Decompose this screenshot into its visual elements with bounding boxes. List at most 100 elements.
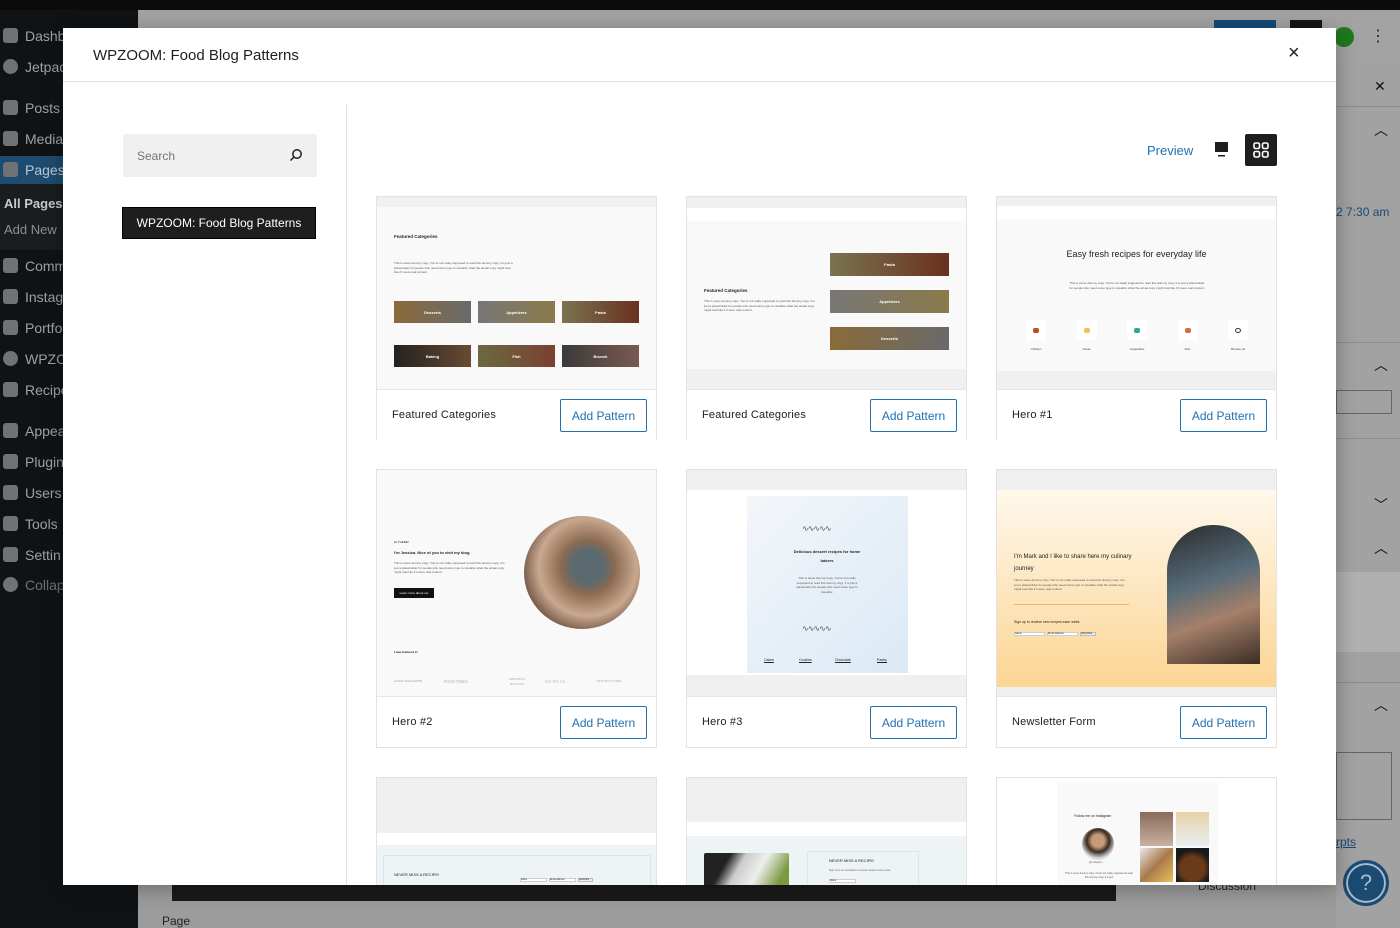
preview-heading: Follow me on Instagram	[1074, 814, 1112, 818]
menu-label: Posts	[25, 100, 61, 116]
pattern-preview[interactable]: Featured Categories This is some dummy c…	[377, 197, 656, 389]
instagram-icon	[3, 289, 18, 304]
chevron-down-icon[interactable]: ﹀	[1374, 495, 1388, 515]
recipe-icon	[3, 382, 18, 397]
menu-label: Jetpac	[25, 59, 67, 75]
pattern-footer: Featured Categories Add Pattern	[377, 389, 656, 440]
category-tile: Appetizers	[478, 301, 555, 323]
divider	[346, 105, 347, 885]
preview-body: This is some dummy copy. You're not real…	[1014, 578, 1125, 591]
pattern-card[interactable]: I'm Mark and I like to share here my cul…	[996, 469, 1277, 748]
pattern-card[interactable]: NEVER MISS A RECIPE! Name Email address …	[376, 777, 657, 885]
pattern-card[interactable]: Featured Categories This is some dummy c…	[686, 196, 967, 440]
logo-text: MORNING BOSTON	[508, 677, 526, 687]
modal-header: WPZOOM: Food Blog Patterns ×	[63, 28, 1336, 82]
submenu-all-pages[interactable]: All Pages	[4, 196, 63, 211]
divider	[1336, 438, 1400, 439]
jetpack-icon[interactable]	[1334, 27, 1354, 47]
excerpt-textarea[interactable]	[1336, 752, 1392, 820]
grid-view-button[interactable]	[1245, 134, 1277, 166]
menu-label: WPZO	[25, 351, 67, 367]
category-food-blog-patterns[interactable]: WPZOOM: Food Blog Patterns	[122, 207, 316, 239]
search-icon[interactable]	[289, 148, 303, 162]
divider	[1336, 682, 1400, 683]
close-icon[interactable]: ✕	[1374, 78, 1386, 95]
help-button[interactable]: ?	[1343, 860, 1389, 906]
category-icon-box	[1127, 320, 1147, 340]
pattern-card[interactable]: HI THERE! I'm Jessica. Nice of you to vi…	[376, 469, 657, 748]
add-pattern-button[interactable]: Add Pattern	[560, 399, 647, 432]
add-pattern-button[interactable]: Add Pattern	[870, 399, 957, 432]
pattern-preview[interactable]: I'm Mark and I like to share here my cul…	[997, 470, 1276, 696]
media-icon	[3, 131, 18, 146]
menu-label: Tools	[25, 516, 58, 532]
pattern-name: Hero #2	[392, 716, 433, 728]
excerpt-link[interactable]: rpts	[1336, 835, 1356, 849]
pattern-preview[interactable]: Easy fresh recipes for everyday life Thi…	[997, 197, 1276, 389]
preview-link[interactable]: Preview	[1147, 143, 1193, 158]
chef-photo	[524, 516, 640, 629]
category-icon-label: Pasta	[1082, 347, 1091, 351]
instagram-photo	[1176, 848, 1209, 882]
category-icon	[1083, 327, 1090, 333]
options-icon[interactable]: ⋮	[1370, 26, 1386, 46]
chevron-up-icon[interactable]: ︿	[1374, 695, 1388, 715]
help-icon: ?	[1359, 870, 1373, 895]
logo-text: DAILY MAGAZINE	[394, 679, 422, 683]
search-input[interactable]	[123, 134, 273, 177]
category-icon-box	[1026, 320, 1046, 340]
publish-time[interactable]: 2 7:30 am	[1336, 205, 1389, 219]
category-icon-label: Browse all	[1231, 347, 1245, 351]
preview-body: This is some dummy copy. You're not real…	[394, 261, 513, 274]
preview-body: This is some dummy copy. You're not real…	[704, 299, 815, 312]
pin-icon	[3, 100, 18, 115]
avatar	[1082, 828, 1114, 860]
template-select[interactable]	[1336, 390, 1392, 414]
pattern-preview[interactable]: HI THERE! I'm Jessica. Nice of you to vi…	[377, 470, 656, 696]
pattern-footer: Hero #3 Add Pattern	[687, 696, 966, 747]
pattern-preview[interactable]: NEVER MISS A RECIPE! Sign up to our news…	[687, 778, 966, 885]
category-tile: Fish	[478, 345, 555, 367]
chevron-up-icon[interactable]: ︿	[1374, 120, 1388, 140]
pattern-preview[interactable]: NEVER MISS A RECIPE! Name Email address …	[377, 778, 656, 885]
add-pattern-button[interactable]: Add Pattern	[1180, 399, 1267, 432]
category-tile: Baking	[394, 345, 471, 367]
search-box	[123, 134, 317, 177]
add-pattern-button[interactable]: Add Pattern	[560, 706, 647, 739]
single-view-icon[interactable]	[1215, 142, 1228, 158]
pattern-card[interactable]: Featured Categories This is some dummy c…	[376, 196, 657, 440]
pattern-card[interactable]: NEVER MISS A RECIPE! Sign up to our news…	[686, 777, 967, 885]
add-pattern-button[interactable]: Add Pattern	[870, 706, 957, 739]
pattern-card[interactable]: Follow me on Instagram @instagram This i…	[996, 777, 1277, 885]
menu-label: Media	[25, 131, 64, 147]
chevron-up-icon[interactable]: ︿	[1374, 355, 1388, 375]
pattern-name: Featured Categories	[392, 409, 497, 421]
pattern-preview[interactable]: ∿∿∿∿∿ Delicious dessert recipes for home…	[687, 470, 966, 696]
menu-label: Instag	[25, 289, 64, 305]
pattern-modal: WPZOOM: Food Blog Patterns × WPZOOM: Foo…	[63, 28, 1336, 885]
pattern-footer: Featured Categories Add Pattern	[687, 389, 966, 440]
pattern-card[interactable]: Easy fresh recipes for everyday life Thi…	[996, 196, 1277, 440]
name-field: Name	[520, 878, 547, 882]
dashboard-icon	[3, 28, 18, 43]
breadcrumb-page[interactable]: Page	[162, 914, 190, 928]
preview-body: This is some dummy copy. You're not real…	[394, 561, 505, 574]
category-label: WPZOOM: Food Blog Patterns	[136, 216, 302, 230]
name-field: Name	[829, 879, 856, 883]
preview-body: This is some dummy copy. You're not real…	[1069, 281, 1205, 290]
submenu-add-new[interactable]: Add New	[4, 222, 57, 237]
close-button[interactable]: ×	[1288, 42, 1300, 65]
logo-text: TRH NETWORK	[596, 679, 622, 683]
pattern-card[interactable]: ∿∿∿∿∿ Delicious dessert recipes for home…	[686, 469, 967, 748]
modal-title: WPZOOM: Food Blog Patterns	[93, 47, 299, 64]
featured-image-area[interactable]	[1336, 572, 1400, 652]
pattern-name: Featured Categories	[702, 409, 807, 421]
signup-text: Sign up to receive new recipes each week…	[1014, 620, 1081, 624]
pages-icon	[3, 162, 18, 177]
pattern-preview[interactable]: Featured Categories This is some dummy c…	[687, 197, 966, 389]
category-tile: Brunch	[562, 345, 639, 367]
grid-icon	[1253, 142, 1269, 158]
add-pattern-button[interactable]: Add Pattern	[1180, 706, 1267, 739]
pattern-preview[interactable]: Follow me on Instagram @instagram This i…	[997, 778, 1276, 885]
chevron-up-icon[interactable]: ︿	[1374, 538, 1388, 558]
